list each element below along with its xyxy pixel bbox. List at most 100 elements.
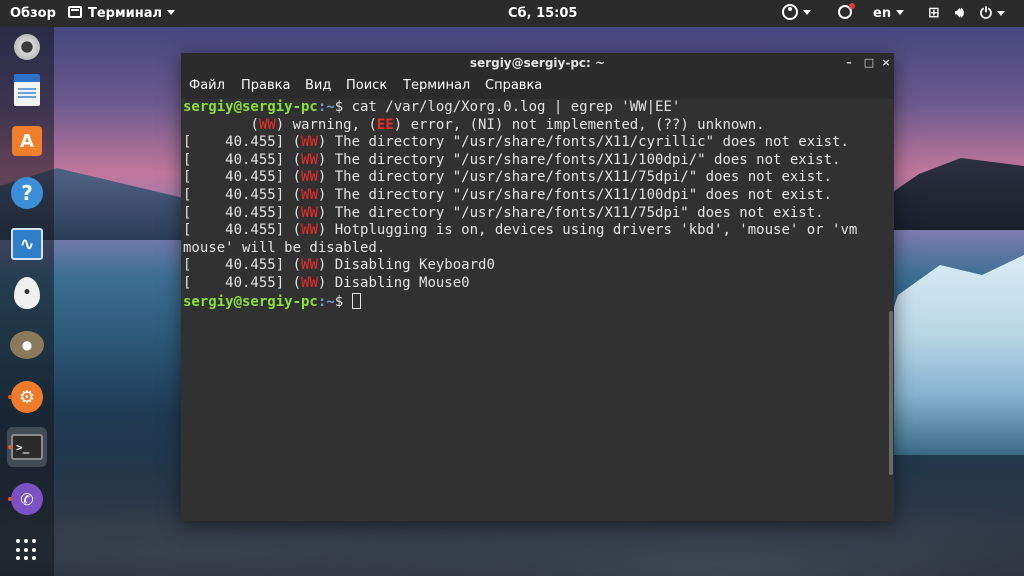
dock-item-software-store[interactable]: A — [7, 121, 47, 161]
document-icon — [14, 74, 40, 106]
wallpaper-ice — [884, 255, 1024, 455]
warning-tag: WW — [301, 169, 318, 186]
log-message: ) Disabling Keyboard0 — [317, 257, 495, 274]
close-button[interactable]: × — [878, 53, 894, 73]
log-line: [ 40.455] (WW) Disabling Mouse0 — [183, 275, 894, 293]
help-icon: ? — [11, 177, 43, 209]
log-line: [ 40.455] (WW) Disabling Keyboard0 — [183, 257, 894, 275]
app-grid-icon — [16, 539, 38, 561]
dock: A ? ∿ • ● ⚙ >_ ✆ — [0, 27, 54, 576]
maximize-button[interactable]: □ — [861, 53, 877, 73]
viber-icon: ✆ — [11, 483, 43, 515]
warning-tag: WW — [258, 116, 276, 133]
prompt-symbol: $ — [334, 293, 352, 310]
clock[interactable]: Сб, 15:05 — [508, 0, 577, 27]
prompt-path: :~ — [317, 99, 335, 115]
prompt-line[interactable]: sergiy@sergiy-pc:~$ — [183, 292, 894, 311]
egg-icon: • — [14, 277, 40, 309]
warning-tag: WW — [301, 186, 318, 203]
power-icon: ⏻ — [980, 4, 992, 22]
legend-warning-text: ) warning, ( — [275, 116, 377, 133]
software-store-icon: A — [12, 126, 42, 156]
dock-item-webcam[interactable] — [7, 27, 47, 67]
menu-terminal[interactable]: Терминал — [403, 73, 470, 99]
log-line: [ 40.455] (WW) The directory "/usr/share… — [183, 187, 894, 205]
network-icon[interactable]: ⊞ — [928, 0, 940, 27]
log-line: [ 40.455] (WW) The directory "/usr/share… — [183, 169, 894, 187]
command-line: sergiy@sergiy-pc:~$ cat /var/log/Xorg.0.… — [183, 99, 894, 117]
menubar: Файл Правка Вид Поиск Терминал Справка — [181, 73, 894, 99]
dock-item-gimp[interactable]: ● — [7, 325, 47, 365]
scrollbar[interactable] — [889, 311, 893, 475]
system-monitor-icon: ∿ — [11, 228, 43, 260]
show-applications-button[interactable] — [7, 530, 47, 570]
app-menu-label: Терминал — [88, 6, 163, 21]
dock-item-terminal[interactable]: >_ — [7, 427, 47, 467]
dock-item-settings-tools[interactable]: ⚙ — [7, 377, 47, 417]
prompt-symbol: $ — [334, 99, 352, 115]
running-indicator — [8, 445, 12, 449]
log-timestamp: [ 40.455] ( — [183, 151, 302, 168]
gimp-icon: ● — [10, 331, 44, 359]
log-line: [ 40.455] (WW) The directory "/usr/share… — [183, 134, 894, 152]
minimize-button[interactable]: – — [841, 53, 857, 73]
chevron-down-icon — [803, 10, 811, 15]
dock-item-document-viewer[interactable] — [7, 70, 47, 110]
volume-icon[interactable]: 🔊︎ — [955, 0, 964, 27]
running-indicator — [8, 497, 12, 501]
prompt-path: :~ — [317, 293, 335, 310]
log-message: mouse' will be disabled. — [183, 239, 386, 256]
menu-view[interactable]: Вид — [305, 73, 331, 99]
log-message: ) The directory "/usr/share/fonts/X11/cy… — [317, 134, 849, 151]
log-timestamp: [ 40.455] ( — [183, 169, 302, 186]
notification-indicator[interactable] — [838, 0, 855, 27]
warning-tag: WW — [301, 274, 318, 291]
dock-item-viber[interactable]: ✆ — [7, 479, 47, 519]
app-menu[interactable]: Терминал — [68, 0, 176, 27]
tools-icon: ⚙ — [11, 381, 43, 413]
power-menu[interactable]: ⏻ — [980, 0, 1005, 27]
log-message: ) The directory "/usr/share/fonts/X11/10… — [317, 186, 833, 203]
prompt-user: sergiy@sergiy-pc — [183, 99, 318, 115]
activities-button[interactable]: Обзор — [10, 0, 56, 27]
wallpaper-mountain-right — [884, 158, 1024, 230]
menu-edit[interactable]: Правка — [241, 73, 290, 99]
legend-line: (WW) warning, (EE) error, (NI) not imple… — [183, 117, 894, 135]
log-message: ) The directory "/usr/share/fonts/X11/75… — [317, 169, 833, 186]
chevron-down-icon — [996, 11, 1005, 16]
menu-search[interactable]: Поиск — [346, 73, 387, 99]
warning-tag: WW — [301, 134, 318, 151]
text-cursor — [351, 292, 361, 309]
dock-item-system-monitor[interactable]: ∿ — [7, 224, 47, 264]
log-line: [ 40.455] (WW) The directory "/usr/share… — [183, 152, 894, 170]
warning-tag: WW — [301, 204, 318, 221]
terminal-window[interactable]: sergiy@sergiy-pc: ~ – □ × Файл Правка Ви… — [181, 53, 894, 521]
log-message: ) The directory "/usr/share/fonts/X11/10… — [317, 151, 841, 168]
webcam-icon — [14, 34, 40, 60]
viber-tray-icon — [838, 3, 855, 19]
terminal-output[interactable]: sergiy@sergiy-pc:~$ cat /var/log/Xorg.0.… — [181, 99, 894, 521]
warning-tag: WW — [301, 222, 318, 239]
menu-file[interactable]: Файл — [189, 73, 225, 99]
log-message: ) Hotplugging is on, devices using drive… — [317, 222, 858, 239]
log-timestamp: [ 40.455] ( — [183, 134, 302, 151]
top-panel: Обзор Терминал Сб, 15:05 en ⊞ 🔊︎ ⏻ — [0, 0, 1024, 27]
warning-tag: WW — [301, 151, 318, 168]
dock-item-egg-app[interactable]: • — [7, 273, 47, 313]
language-menu[interactable]: en — [873, 0, 905, 27]
log-message: ) Disabling Mouse0 — [317, 274, 470, 291]
legend-error-text: ) error, (NI) not implemented, (??) unkn… — [393, 116, 765, 133]
language-label: en — [873, 6, 892, 21]
log-timestamp: [ 40.455] ( — [183, 274, 302, 291]
menu-help[interactable]: Справка — [485, 73, 542, 99]
terminal-icon — [68, 6, 82, 18]
command-text: cat /var/log/Xorg.0.log | egrep 'WW|EE' — [351, 99, 681, 115]
error-tag: EE — [376, 116, 394, 133]
accessibility-icon — [782, 4, 798, 20]
accessibility-menu[interactable] — [782, 0, 811, 27]
chevron-down-icon — [167, 10, 176, 15]
dock-item-help[interactable]: ? — [7, 173, 47, 213]
window-titlebar[interactable]: sergiy@sergiy-pc: ~ – □ × — [181, 53, 894, 73]
legend-paren: ( — [250, 116, 259, 133]
chevron-down-icon — [896, 10, 905, 15]
